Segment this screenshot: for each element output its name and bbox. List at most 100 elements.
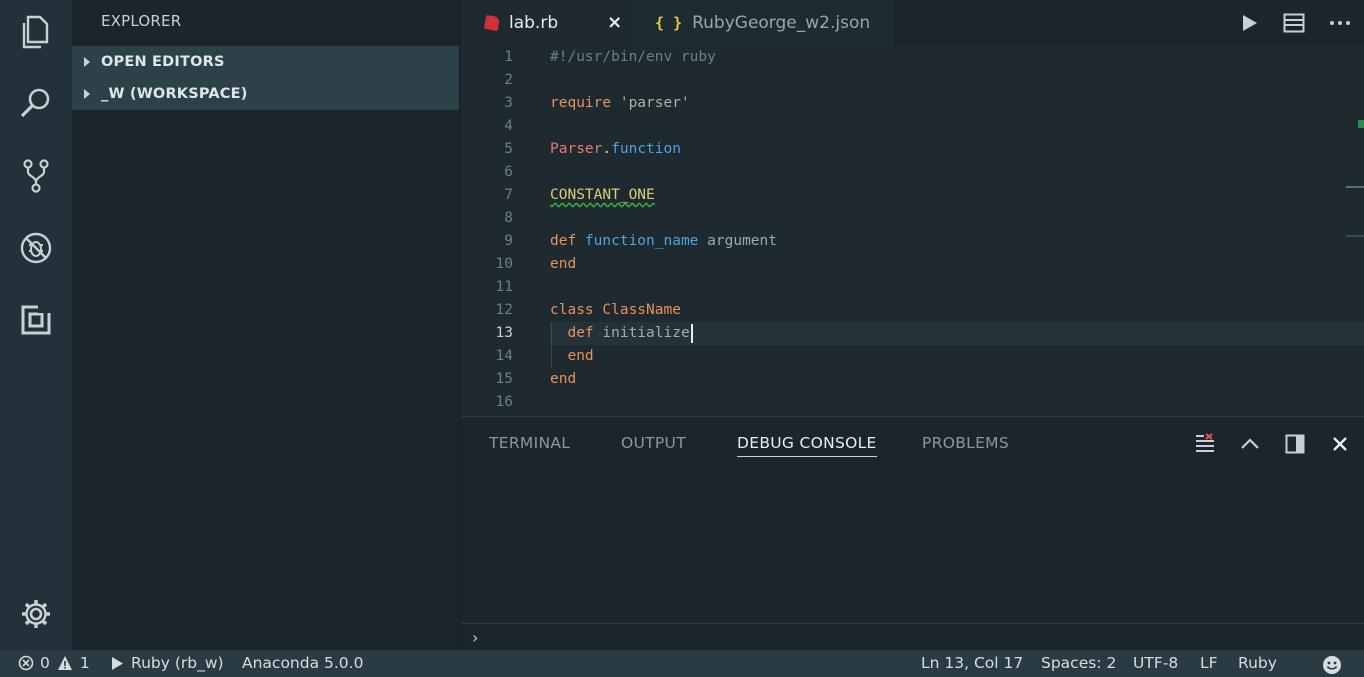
chevron-right-icon (84, 89, 90, 99)
eol-status[interactable]: LF (1200, 654, 1218, 672)
editor-tab-bar: lab.rb × { } RubyGeorge_w2.json (461, 0, 1364, 45)
json-file-icon: { } (655, 13, 683, 32)
warning-count: 1 (79, 654, 90, 672)
code-line[interactable]: 1 #!/usr/bin/env ruby (461, 46, 1341, 69)
code-line[interactable]: 12 class ClassName (461, 299, 1341, 322)
ruby-file-icon (483, 14, 501, 31)
problems-status[interactable]: 0 1 (18, 654, 90, 672)
panel-tab-output[interactable]: OUTPUT (621, 434, 686, 452)
code-token: #!/usr/bin/env ruby (550, 49, 716, 65)
line-number: 4 (504, 118, 513, 134)
tab-lab-rb[interactable]: lab.rb × (461, 0, 633, 45)
debug-icon[interactable] (16, 228, 56, 268)
interpreter-status[interactable]: Anaconda 5.0.0 (242, 654, 363, 672)
tab-label: RubyGeorge_w2.json (692, 12, 871, 33)
code-token: end (550, 256, 577, 272)
encoding-status[interactable]: UTF-8 (1133, 654, 1178, 672)
search-icon[interactable] (16, 83, 56, 123)
panel-tab-terminal[interactable]: TERMINAL (489, 434, 570, 452)
sidebar-title: EXPLORER (101, 12, 182, 30)
section-label: OPEN EDITORS (101, 54, 225, 70)
line-code: def function_name argument (550, 230, 777, 253)
text-cursor (690, 323, 693, 343)
code-line[interactable]: 8 (461, 207, 1341, 230)
feedback-smiley-icon[interactable] (1322, 655, 1342, 675)
bottom-panel: TERMINAL OUTPUT DEBUG CONSOLE PROBLEMS › (461, 416, 1364, 651)
line-number: 2 (504, 72, 513, 88)
line-number: 11 (495, 279, 513, 295)
line-number: 13 (495, 325, 513, 341)
code-token: . (602, 141, 612, 157)
code-line[interactable]: 7 CONSTANT_ONE (461, 184, 1341, 207)
code-line[interactable]: 11 (461, 276, 1341, 299)
code-line[interactable]: 9 def function_name argument (461, 230, 1341, 253)
code-line[interactable]: 14 end (461, 345, 1341, 368)
line-number: 12 (495, 302, 513, 318)
scrollbar-marker (1346, 186, 1364, 188)
error-count: 0 (40, 654, 50, 672)
language-mode-status[interactable]: Ruby (1238, 654, 1277, 672)
explorer-files-icon[interactable] (16, 12, 56, 52)
line-number: 1 (504, 49, 513, 65)
close-tab-icon[interactable]: × (607, 12, 622, 33)
code-token: class (550, 302, 603, 318)
line-number: 15 (495, 371, 513, 387)
code-line[interactable]: 5 Parser.function (461, 138, 1341, 161)
code-editor[interactable]: 1 #!/usr/bin/env ruby 2 3 require 'parser' 4 5… (461, 45, 1364, 416)
line-number: 14 (495, 348, 513, 364)
code-line[interactable]: 10 end (461, 253, 1341, 276)
code-token: initialize (602, 325, 690, 341)
line-code: Parser.function (550, 138, 681, 161)
code-token: def (550, 233, 585, 249)
play-icon (112, 656, 123, 670)
code-line[interactable]: 6 (461, 161, 1341, 184)
run-config-status[interactable]: Ruby (rb_w) (111, 654, 224, 672)
line-code: def initialize (550, 322, 693, 345)
source-control-icon[interactable] (16, 156, 56, 196)
tab-rubygeorge-json[interactable]: { } RubyGeorge_w2.json (633, 0, 895, 45)
panel-tab-debug-console[interactable]: DEBUG CONSOLE (737, 434, 877, 457)
status-bar: 0 1 Ruby (rb_w) Anaconda 5.0.0 Ln 13, Co… (0, 650, 1364, 677)
code-line[interactable]: 13 def initialize (461, 322, 1341, 345)
explorer-sidebar: EXPLORER OPEN EDITORS _W (WORKSPACE) (72, 0, 460, 650)
clear-console-icon[interactable] (1192, 431, 1218, 457)
line-code: end (550, 253, 576, 276)
code-token: function (611, 141, 681, 157)
code-token: function_name (584, 233, 699, 249)
panel-tab-problems[interactable]: PROBLEMS (922, 434, 1009, 452)
line-code: require 'parser' (550, 92, 690, 115)
section-workspace[interactable]: _W (WORKSPACE) (72, 78, 459, 110)
code-line[interactable]: 4 (461, 115, 1341, 138)
line-code: #!/usr/bin/env ruby (550, 46, 716, 69)
code-line[interactable]: 3 require 'parser' (461, 92, 1341, 115)
maximize-panel-chevron-up-icon[interactable] (1237, 431, 1263, 457)
line-code: CONSTANT_ONE (550, 184, 655, 207)
code-token: Parser (550, 141, 603, 157)
line-number: 8 (504, 210, 513, 226)
more-actions-icon[interactable] (1327, 10, 1353, 36)
extensions-icon[interactable] (16, 300, 56, 340)
warning-icon (57, 656, 72, 670)
run-icon[interactable] (1236, 10, 1262, 36)
debug-console-input[interactable] (484, 624, 1364, 651)
line-code: end (550, 368, 576, 391)
settings-gear-icon[interactable] (16, 594, 56, 634)
line-number: 3 (504, 95, 513, 111)
split-editor-icon[interactable] (1281, 10, 1307, 36)
chevron-right-icon (84, 57, 90, 67)
code-line[interactable]: 2 (461, 69, 1341, 92)
line-code: end (550, 345, 593, 368)
code-token: require (550, 95, 620, 111)
code-token: CONSTANT_ONE (550, 187, 655, 203)
indentation-status[interactable]: Spaces: 2 (1041, 654, 1116, 672)
toggle-panel-position-icon[interactable] (1282, 431, 1308, 457)
code-token: argument (698, 233, 777, 249)
section-label: _W (WORKSPACE) (101, 86, 248, 102)
close-panel-icon[interactable] (1327, 431, 1353, 457)
code-line[interactable]: 15 end (461, 368, 1341, 391)
code-token: 'parser' (619, 95, 690, 111)
section-open-editors[interactable]: OPEN EDITORS (72, 46, 459, 78)
cursor-position-status[interactable]: Ln 13, Col 17 (921, 654, 1023, 672)
code-line[interactable]: 16 (461, 391, 1341, 414)
line-number: 9 (504, 233, 513, 249)
